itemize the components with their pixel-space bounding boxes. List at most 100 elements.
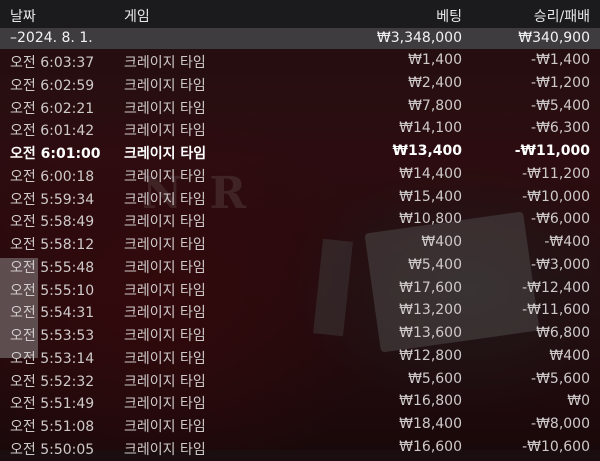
- row-bet: ₩400: [421, 234, 462, 250]
- row-time: 오전 5:55:48: [10, 259, 95, 276]
- row-game: 크레이지 타임: [124, 100, 206, 117]
- row-result: ₩0: [567, 393, 590, 410]
- row-result: -₩12,400: [522, 279, 590, 296]
- row-time: 오전 5:54:31: [10, 305, 95, 322]
- row-result: -₩3,000: [531, 256, 590, 273]
- column-header-bet[interactable]: 베팅: [436, 6, 462, 26]
- row-result: -₩11,000: [514, 143, 590, 159]
- row-bet: ₩13,600: [399, 325, 462, 341]
- row-bet: ₩16,600: [399, 438, 462, 455]
- row-bet: ₩13,200: [399, 302, 462, 319]
- row-game: 크레이지 타임: [124, 168, 206, 185]
- row-result: ₩6,800: [536, 325, 590, 341]
- row-bet: ₩18,400: [399, 416, 462, 432]
- table-row[interactable]: 오전 6:01:42 크레이지 타임 ₩14,100 -₩6,300: [0, 119, 600, 142]
- row-result: -₩6,000: [531, 211, 590, 228]
- row-bet: ₩12,800: [399, 347, 462, 364]
- row-bet: ₩5,600: [408, 370, 462, 387]
- table-header: 날짜 게임 베팅 승리/패배: [0, 0, 600, 29]
- summary-date: –2024. 8. 1.: [10, 30, 93, 46]
- row-game: 크레이지 타임: [124, 55, 206, 71]
- row-result: -₩5,600: [531, 370, 590, 387]
- row-time: 오전 5:55:10: [10, 282, 95, 299]
- row-bet: ₩1,400: [408, 52, 462, 68]
- row-game: 크레이지 타임: [124, 237, 206, 253]
- table-row[interactable]: 오전 5:50:05 크레이지 타임 ₩16,600 -₩10,600: [0, 438, 600, 461]
- row-time: 오전 5:50:05: [10, 441, 95, 458]
- row-time: 오전 6:03:37: [10, 55, 95, 71]
- row-time: 오전 6:02:59: [10, 77, 95, 94]
- row-time: 오전 6:01:42: [10, 123, 95, 140]
- row-result: -₩1,200: [531, 74, 590, 91]
- row-game: 크레이지 타임: [124, 191, 206, 208]
- row-time: 오전 6:02:21: [10, 100, 95, 117]
- row-time: 오전 5:58:12: [10, 237, 95, 253]
- column-header-date[interactable]: 날짜: [10, 6, 36, 26]
- row-bet: ₩16,800: [399, 393, 462, 410]
- row-result: ₩400: [549, 347, 590, 364]
- row-bet: ₩5,400: [408, 256, 462, 273]
- table-row[interactable]: 오전 5:53:14 크레이지 타임 ₩12,800 ₩400: [0, 347, 600, 370]
- row-result: -₩11,200: [522, 165, 590, 182]
- row-game: 크레이지 타임: [124, 328, 206, 344]
- row-game: 크레이지 타임: [124, 77, 206, 94]
- row-bet: ₩15,400: [399, 188, 462, 205]
- table-row[interactable]: 오전 6:02:59 크레이지 타임 ₩2,400 -₩1,200: [0, 74, 600, 97]
- row-game: 크레이지 타임: [124, 123, 206, 140]
- table-row[interactable]: 오전 6:03:37 크레이지 타임 ₩1,400 -₩1,400: [0, 51, 600, 74]
- row-bet: ₩7,800: [408, 97, 462, 114]
- table-row[interactable]: 오전 5:51:49 크레이지 타임 ₩16,800 ₩0: [0, 392, 600, 415]
- table-row[interactable]: 오전 5:59:34 크레이지 타임 ₩15,400 -₩10,000: [0, 188, 600, 211]
- row-game: 크레이지 타임: [124, 441, 206, 458]
- table-row[interactable]: 오전 5:55:48 크레이지 타임 ₩5,400 -₩3,000: [0, 256, 600, 279]
- summary-bet-total: ₩3,348,000: [376, 30, 462, 46]
- row-time: 오전 5:53:14: [10, 350, 95, 367]
- table-row[interactable]: 오전 5:58:12 크레이지 타임 ₩400 -₩400: [0, 233, 600, 256]
- table-row[interactable]: 오전 5:52:32 크레이지 타임 ₩5,600 -₩5,600: [0, 370, 600, 393]
- row-result: -₩400: [544, 234, 590, 250]
- row-result: -₩11,600: [522, 302, 590, 319]
- row-time: 오전 5:52:32: [10, 373, 95, 390]
- row-time: 오전 5:51:49: [10, 396, 95, 413]
- row-game: 크레이지 타임: [124, 214, 206, 231]
- table-row[interactable]: 오전 5:58:49 크레이지 타임 ₩10,800 -₩6,000: [0, 210, 600, 233]
- row-game: 크레이지 타임: [124, 305, 206, 322]
- row-bet: ₩13,400: [392, 143, 462, 159]
- row-game: 크레이지 타임: [124, 396, 206, 413]
- bet-history-list: 오전 6:03:37 크레이지 타임 ₩1,400 -₩1,400 오전 6:0…: [0, 51, 600, 461]
- row-bet: ₩14,400: [399, 165, 462, 182]
- row-game: 크레이지 타임: [124, 282, 206, 299]
- row-game: 크레이지 타임: [124, 146, 207, 162]
- row-game: 크레이지 타임: [124, 419, 206, 435]
- row-bet: ₩2,400: [408, 74, 462, 91]
- row-bet: ₩14,100: [399, 120, 462, 137]
- row-result: -₩6,300: [531, 120, 590, 137]
- row-bet: ₩10,800: [399, 211, 462, 228]
- table-row-highlighted[interactable]: 오전 6:01:00 크레이지 타임 ₩13,400 -₩11,000: [0, 142, 600, 165]
- row-time: 오전 5:58:49: [10, 214, 95, 231]
- row-game: 크레이지 타임: [124, 259, 206, 276]
- table-row[interactable]: 오전 5:54:31 크레이지 타임 ₩13,200 -₩11,600: [0, 301, 600, 324]
- row-result: -₩1,400: [531, 52, 590, 68]
- table-row[interactable]: 오전 5:53:53 크레이지 타임 ₩13,600 ₩6,800: [0, 324, 600, 347]
- table-row[interactable]: 오전 6:02:21 크레이지 타임 ₩7,800 -₩5,400: [0, 97, 600, 120]
- row-game: 크레이지 타임: [124, 350, 206, 367]
- row-time: 오전 6:01:00: [10, 146, 101, 162]
- row-result: -₩10,600: [522, 438, 590, 455]
- table-row[interactable]: 오전 5:55:10 크레이지 타임 ₩17,600 -₩12,400: [0, 279, 600, 302]
- table-row[interactable]: 오전 5:51:08 크레이지 타임 ₩18,400 -₩8,000: [0, 415, 600, 438]
- bet-history-panel: 날짜 게임 베팅 승리/패배 –2024. 8. 1. ₩3,348,000 ₩…: [0, 0, 600, 458]
- row-game: 크레이지 타임: [124, 373, 206, 390]
- row-time: 오전 5:51:08: [10, 419, 95, 435]
- row-time: 오전 5:59:34: [10, 191, 95, 208]
- summary-result-total: ₩340,900: [518, 30, 590, 46]
- table-row[interactable]: 오전 6:00:18 크레이지 타임 ₩14,400 -₩11,200: [0, 165, 600, 188]
- row-result: -₩5,400: [531, 97, 590, 114]
- date-group-summary-row[interactable]: –2024. 8. 1. ₩3,348,000 ₩340,900: [0, 28, 600, 49]
- row-result: -₩10,000: [522, 188, 590, 205]
- column-header-game[interactable]: 게임: [124, 6, 150, 26]
- row-time: 오전 6:00:18: [10, 168, 95, 185]
- row-result: -₩8,000: [531, 416, 590, 432]
- column-header-result[interactable]: 승리/패배: [534, 6, 590, 26]
- row-time: 오전 5:53:53: [10, 328, 95, 344]
